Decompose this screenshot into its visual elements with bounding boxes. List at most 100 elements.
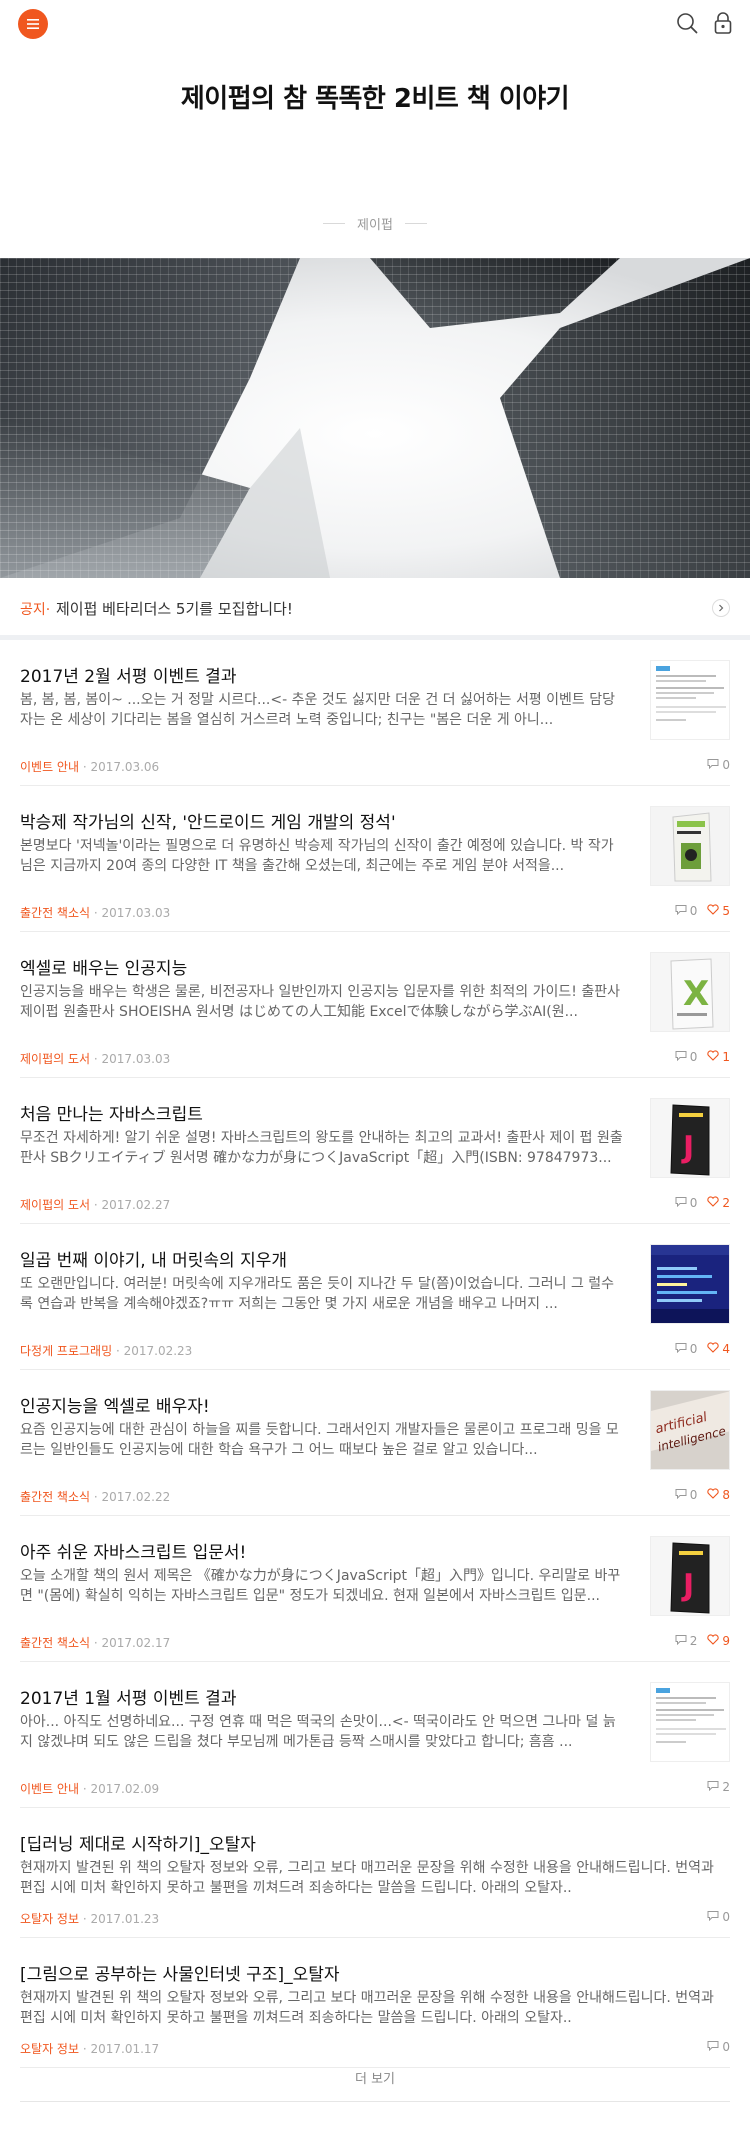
post-item[interactable]: 2017년 1월 서평 이벤트 결과아아... 아직도 선명하네요... 구정 … — [20, 1662, 730, 1808]
post-date-separator: · — [79, 1912, 91, 1926]
post-stats: 01 — [675, 1050, 730, 1064]
more-button[interactable]: 더 보기 — [0, 2068, 750, 2087]
post-thumbnail[interactable]: X — [650, 952, 730, 1032]
post-category[interactable]: 오탈자 정보 — [20, 1912, 79, 1926]
notice-text[interactable]: 제이펍 베타리더스 5기를 모집합니다! — [56, 598, 293, 619]
post-date-separator: · — [79, 1782, 91, 1796]
like-count[interactable]: 2 — [707, 1196, 730, 1210]
post-title[interactable]: 2017년 2월 서평 이벤트 결과 — [20, 662, 236, 687]
post-item[interactable]: [딥러닝 제대로 시작하기]_오탈자 현재까지 발견된 위 책의 오탈자 정보와 … — [20, 1808, 730, 1938]
comment-count[interactable]: 0 — [707, 2040, 730, 2054]
post-category[interactable]: 제이펍의 도서 — [20, 1052, 90, 1066]
post-thumbnail[interactable]: J — [650, 1098, 730, 1178]
menu-icon — [27, 19, 39, 29]
post-title[interactable]: 처음 만나는 자바스크립트 — [20, 1100, 203, 1125]
author-name[interactable]: 제이펍 — [357, 214, 393, 233]
top-bar — [0, 0, 750, 50]
post-date: 2017.01.17 — [90, 2042, 160, 2056]
post-category[interactable]: 다정게 프로그래밍 — [20, 1344, 112, 1358]
post-item[interactable]: 엑셀로 배우는 인공지능인공지능을 배우는 학생은 물론, 비전공자나 일반인까… — [20, 932, 730, 1078]
post-thumbnail[interactable] — [650, 1682, 730, 1762]
post-item[interactable]: 일곱 번째 이야기, 내 머릿속의 지우개또 오랜만입니다. 여러분! 머릿속에… — [20, 1224, 730, 1370]
post-title[interactable]: 일곱 번째 이야기, 내 머릿속의 지우개 — [20, 1246, 287, 1271]
post-title[interactable]: 아주 쉬운 자바스크립트 입문서! — [20, 1538, 246, 1563]
post-item[interactable]: 인공지능을 엑셀로 배우자! 요즘 인공지능에 대한 관심이 하늘을 찌를 듯합니… — [20, 1370, 730, 1516]
post-item[interactable]: 2017년 2월 서평 이벤트 결과봄, 봄, 봄, 봄이~ ...오는 거 정… — [20, 640, 730, 786]
chevron-right-icon[interactable] — [712, 599, 730, 617]
post-date: 2017.03.03 — [101, 1052, 171, 1066]
post-date: 2017.02.09 — [90, 1782, 160, 1796]
divider — [20, 2101, 730, 2102]
comment-icon — [675, 1342, 687, 1356]
post-excerpt: 본명보다 '저넥놀'이라는 필명으로 더 유명하신 박승제 작가님의 신작이 출… — [20, 838, 614, 874]
post-title[interactable]: 2017년 1월 서평 이벤트 결과 — [20, 1684, 236, 1709]
post-category[interactable]: 오탈자 정보 — [20, 2042, 79, 2056]
comment-count[interactable]: 0 — [675, 1050, 697, 1064]
post-thumbnail[interactable] — [650, 660, 730, 740]
post-date: 2017.02.27 — [101, 1198, 171, 1212]
post-meta: 이벤트 안내 · 2017.02.09 — [20, 1780, 159, 1797]
post-date: 2017.02.17 — [101, 1636, 171, 1650]
like-count[interactable]: 9 — [707, 1634, 730, 1648]
blog-title[interactable]: 제이펍의 참 똑똑한 2비트 책 이야기 — [0, 78, 750, 115]
post-title[interactable]: 박승제 작가님의 신작, '안드로이드 게임 개발의 정석' — [20, 808, 396, 833]
post-meta: 오탈자 정보 · 2017.01.17 — [20, 2040, 159, 2057]
post-thumbnail[interactable]: J — [650, 1536, 730, 1616]
heart-icon — [707, 1488, 720, 1502]
post-meta: 제이펍의 도서 · 2017.03.03 — [20, 1050, 170, 1067]
skyscrapers-image — [0, 258, 750, 578]
post-title[interactable]: [딥러닝 제대로 시작하기]_오탈자 — [20, 1830, 256, 1855]
comment-count[interactable]: 2 — [675, 1634, 697, 1648]
like-count[interactable]: 1 — [707, 1050, 730, 1064]
post-date-separator: · — [112, 1344, 124, 1358]
post-thumbnail[interactable] — [650, 806, 730, 886]
comment-icon — [675, 1196, 687, 1210]
svg-text:J: J — [681, 1568, 694, 1603]
comment-count[interactable]: 0 — [675, 904, 697, 918]
author-row: 제이펍 — [0, 213, 750, 233]
menu-button[interactable] — [18, 9, 48, 39]
heart-icon — [707, 1196, 720, 1210]
post-item[interactable]: 박승제 작가님의 신작, '안드로이드 게임 개발의 정석' 본명보다 '저넥놀'… — [20, 786, 730, 932]
post-date-separator: · — [79, 760, 91, 774]
post-excerpt: 또 오랜만입니다. 여러분! 머릿속에 지우개라도 품은 듯이 지나간 두 달(… — [20, 1276, 615, 1312]
post-meta: 오탈자 정보 · 2017.01.23 — [20, 1910, 159, 1927]
post-item[interactable]: 처음 만나는 자바스크립트무조건 자세하게! 알기 쉬운 설명! 자바스크립트의… — [20, 1078, 730, 1224]
search-icon[interactable] — [676, 12, 698, 34]
like-count[interactable]: 4 — [707, 1342, 730, 1356]
post-category[interactable]: 이벤트 안내 — [20, 760, 79, 774]
hero-image — [0, 258, 750, 578]
post-stats: 2 — [707, 1780, 730, 1794]
like-count[interactable]: 8 — [707, 1488, 730, 1502]
post-item[interactable]: 아주 쉬운 자바스크립트 입문서! 오늘 소개할 책의 원서 제목은 《確かな力が… — [20, 1516, 730, 1662]
post-date-separator: · — [90, 1198, 102, 1212]
post-category[interactable]: 출간전 책소식 — [20, 1636, 90, 1650]
post-title[interactable]: 인공지능을 엑셀로 배우자! — [20, 1392, 210, 1417]
post-category[interactable]: 제이펍의 도서 — [20, 1198, 90, 1212]
post-title[interactable]: 엑셀로 배우는 인공지능 — [20, 954, 187, 979]
comment-icon — [707, 1780, 719, 1794]
post-excerpt: 봄, 봄, 봄, 봄이~ ...오는 거 정말 시르다...<- 추운 것도 싫… — [20, 692, 616, 728]
comment-count[interactable]: 0 — [675, 1196, 697, 1210]
divider — [404, 222, 427, 224]
post-thumbnail[interactable]: artificial intelligence — [650, 1390, 730, 1470]
post-item[interactable]: [그림으로 공부하는 사물인터넷 구조]_오탈자 현재까지 발견된 위 책의 오탈… — [20, 1938, 730, 2068]
post-category[interactable]: 이벤트 안내 — [20, 1782, 79, 1796]
post-thumbnail[interactable] — [650, 1244, 730, 1324]
comment-count[interactable]: 0 — [675, 1488, 697, 1502]
comment-count[interactable]: 0 — [707, 1910, 730, 1924]
comment-count[interactable]: 0 — [675, 1342, 697, 1356]
post-excerpt: 아아... 아직도 선명하네요... 구정 연휴 때 먹은 떡국의 손맛이...… — [20, 1714, 616, 1750]
lock-icon[interactable] — [713, 11, 733, 35]
comment-count[interactable]: 0 — [707, 758, 730, 772]
post-category[interactable]: 출간전 책소식 — [20, 1490, 90, 1504]
comment-count[interactable]: 2 — [707, 1780, 730, 1794]
post-category[interactable]: 출간전 책소식 — [20, 906, 90, 920]
notice-bar[interactable]: 공지· 제이펍 베타리더스 5기를 모집합니다! — [0, 578, 750, 640]
post-excerpt: 인공지능을 배우는 학생은 물론, 비전공자나 일반인까지 인공지능 입문자를 … — [20, 984, 620, 1020]
post-excerpt: 무조건 자세하게! 알기 쉬운 설명! 자바스크립트의 왕도를 안내하는 최고의… — [20, 1130, 623, 1166]
svg-text:J: J — [681, 1130, 694, 1165]
post-title[interactable]: [그림으로 공부하는 사물인터넷 구조]_오탈자 — [20, 1960, 340, 1985]
post-stats: 02 — [675, 1196, 730, 1210]
like-count[interactable]: 5 — [707, 904, 730, 918]
